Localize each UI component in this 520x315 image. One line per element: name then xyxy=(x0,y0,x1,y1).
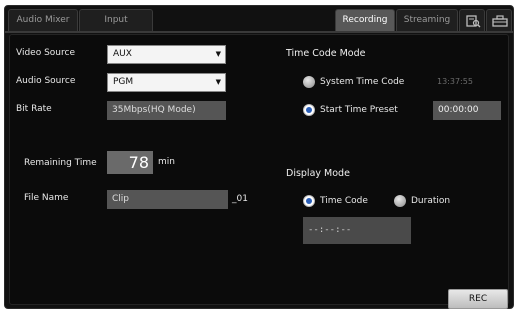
tab-streaming[interactable]: Streaming xyxy=(396,9,458,31)
tab-bar: Audio Mixer Input Recording Streaming xyxy=(5,6,513,33)
chevron-down-icon: ▼ xyxy=(215,78,221,86)
duration-radio[interactable] xyxy=(394,195,406,207)
file-name-suffix: _01 xyxy=(232,194,248,204)
start-time-preset-label: Start Time Preset xyxy=(320,105,398,115)
video-source-select[interactable]: AUX ▼ xyxy=(107,45,226,64)
tab-input[interactable]: Input xyxy=(79,9,153,31)
video-source-value: AUX xyxy=(113,49,132,59)
chevron-down-icon: ▼ xyxy=(215,50,221,58)
audio-source-select[interactable]: PGM ▼ xyxy=(107,73,226,92)
time-code-option-label: Time Code xyxy=(320,196,368,206)
tab-audio-mixer[interactable]: Audio Mixer xyxy=(8,9,78,31)
rec-button[interactable]: REC xyxy=(448,289,508,309)
tab-media[interactable] xyxy=(459,9,485,31)
time-code-mode-heading: Time Code Mode xyxy=(286,48,366,59)
recording-panel: Video Source AUX ▼ Audio Source PGM ▼ Bi… xyxy=(9,34,509,309)
bit-rate-label: Bit Rate xyxy=(16,104,52,114)
tab-recording[interactable]: Recording xyxy=(335,9,395,31)
tab-settings[interactable] xyxy=(486,9,512,31)
file-name-label: File Name xyxy=(24,193,69,203)
remaining-time-unit: min xyxy=(158,157,175,167)
start-time-preset-input[interactable]: 00:00:00 xyxy=(433,101,501,120)
start-time-preset-radio[interactable] xyxy=(303,104,315,116)
audio-source-value: PGM xyxy=(113,77,134,87)
display-readout: --:--:-- xyxy=(303,217,411,244)
video-source-label: Video Source xyxy=(16,48,75,58)
tab-underline xyxy=(5,31,513,33)
system-time-code-label: System Time Code xyxy=(320,77,405,87)
remaining-time-label: Remaining Time xyxy=(24,158,97,168)
system-time-code-value: 13:37:55 xyxy=(437,77,473,86)
recorder-window: Audio Mixer Input Recording Streaming Vi… xyxy=(4,5,514,309)
duration-option-label: Duration xyxy=(411,196,451,206)
display-mode-heading: Display Mode xyxy=(286,168,350,179)
file-name-input[interactable]: Clip xyxy=(107,190,228,209)
time-code-radio[interactable] xyxy=(303,195,315,207)
bit-rate-field: 35Mbps(HQ Mode) xyxy=(107,101,226,120)
system-time-code-radio[interactable] xyxy=(303,76,315,88)
audio-source-label: Audio Source xyxy=(16,76,76,86)
remaining-time-value: 78 xyxy=(107,151,153,174)
